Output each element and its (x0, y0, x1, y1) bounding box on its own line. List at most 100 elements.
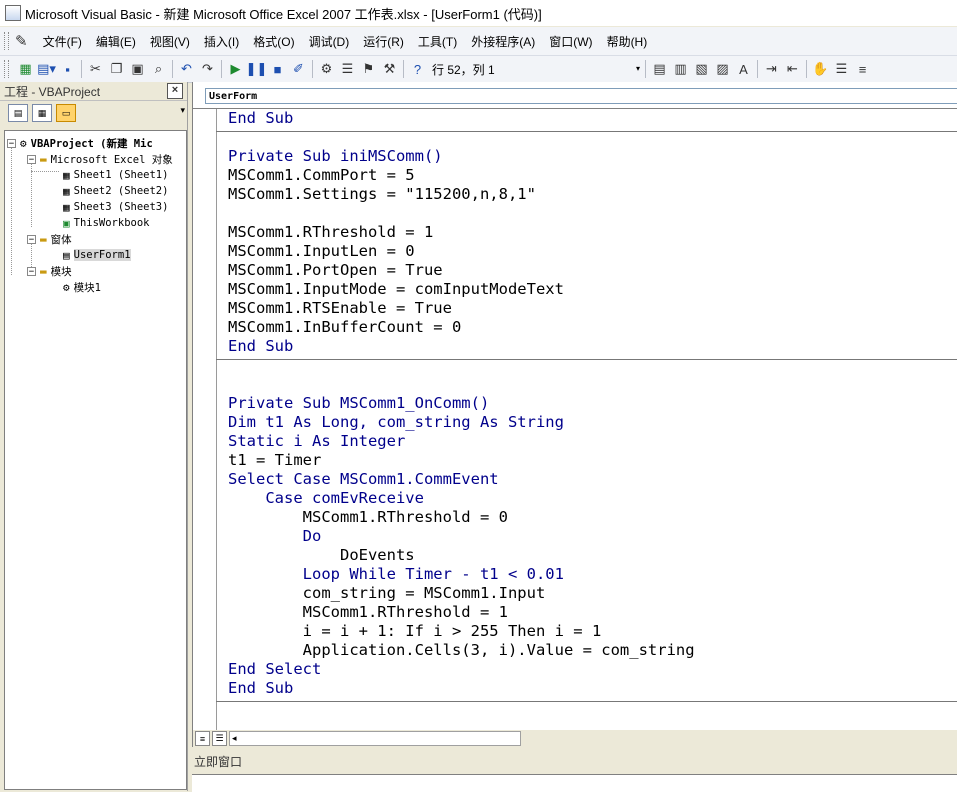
toolbar-separator (645, 60, 646, 78)
toolbar-separator (172, 60, 173, 78)
code-line: com_string = MSComm1.Input (228, 584, 546, 602)
tree-label-userform1: UserForm1 (73, 249, 131, 261)
menu-window[interactable]: 窗口(W) (542, 33, 599, 50)
uncomment-block-icon[interactable]: ≡ (852, 59, 873, 79)
tree-node-project[interactable]: − ⚙ VBAProject (新建 Mic (7, 135, 153, 151)
list-constants-icon[interactable]: ▥ (670, 59, 691, 79)
menu-format[interactable]: 格式(O) (246, 33, 301, 50)
menu-help[interactable]: 帮助(H) (600, 33, 655, 50)
collapse-icon[interactable]: − (27, 234, 36, 244)
tree-node-modules[interactable]: − ▬ 模块 (27, 263, 72, 279)
find-icon[interactable]: ⌕ (148, 59, 169, 79)
code-text[interactable]: End Sub Private Sub iniMSComm() MSComm1.C… (228, 109, 695, 698)
list-properties-icon[interactable]: ▤ (649, 59, 670, 79)
code-line: Case comEvReceive (228, 489, 424, 507)
tree-node-thisworkbook[interactable]: ▣ ThisWorkbook (63, 215, 149, 231)
collapse-icon[interactable]: − (27, 154, 36, 164)
menu-run[interactable]: 运行(R) (356, 33, 411, 50)
redo-icon[interactable]: ↷ (197, 59, 218, 79)
tree-node-sheet3[interactable]: ▦ Sheet3 (Sheet3) (63, 199, 168, 215)
menu-tools[interactable]: 工具(T) (411, 33, 464, 50)
menu-debug[interactable]: 调试(D) (302, 33, 357, 50)
object-browser-icon[interactable]: ⚑ (358, 59, 379, 79)
code-line: MSComm1.RThreshold = 1 (228, 603, 508, 621)
immediate-window-input[interactable] (192, 774, 957, 792)
worksheet-icon: ▦ (63, 184, 70, 198)
code-line: MSComm1.RThreshold = 0 (228, 508, 508, 526)
parameter-info-icon[interactable]: ▨ (712, 59, 733, 79)
project-explorer-header: 工程 - VBAProject × (0, 82, 187, 101)
menu-insert[interactable]: 插入(I) (197, 33, 246, 50)
excel-view-icon[interactable]: ▦ (15, 59, 36, 79)
chevron-down-icon[interactable]: ▾ (180, 105, 185, 116)
complete-word-icon[interactable]: A (733, 59, 754, 79)
margin-indicator-bar[interactable] (193, 109, 217, 731)
object-dropdown[interactable]: UserForm (205, 88, 957, 104)
toolbar-options-icon[interactable]: ▾ (636, 64, 640, 73)
scroll-left-icon[interactable]: ◂ (232, 732, 237, 745)
properties-window-icon[interactable]: ☰ (337, 59, 358, 79)
view-code-icon[interactable]: ▤ (8, 104, 28, 122)
menu-edit[interactable]: 编辑(E) (89, 33, 143, 50)
tree-node-userform1[interactable]: ▤ UserForm1 (63, 247, 131, 263)
vba-app-icon (5, 5, 21, 21)
folder-icon: ▬ (40, 152, 47, 166)
toggle-folders-icon[interactable]: ▭ (56, 104, 76, 122)
tree-node-sheet2[interactable]: ▦ Sheet2 (Sheet2) (63, 183, 168, 199)
break-icon[interactable]: ❚❚ (246, 59, 268, 79)
horizontal-scrollbar[interactable]: ◂ (229, 731, 521, 746)
project-tree: − ⚙ VBAProject (新建 Mic − ▬ Microsoft Exc… (4, 130, 187, 790)
full-module-view-icon[interactable]: ☰ (212, 731, 227, 746)
indent-icon[interactable]: ⇥ (761, 59, 782, 79)
insert-userform-icon[interactable]: ▤▾ (36, 59, 57, 79)
quick-info-icon[interactable]: ▧ (691, 59, 712, 79)
tree-node-sheet1[interactable]: ▦ Sheet1 (Sheet1) (63, 167, 168, 183)
design-mode-icon[interactable]: ✐ (288, 59, 309, 79)
code-line: End Sub (228, 337, 294, 355)
code-line: MSComm1.InBufferCount = 0 (228, 318, 462, 336)
module-icon: ⚙ (63, 280, 70, 294)
tree-label-module1: 模块1 (73, 281, 101, 294)
code-line: MSComm1.CommPort = 5 (228, 166, 415, 184)
toolbox-icon[interactable]: ⚒ (379, 59, 400, 79)
project-explorer-icon[interactable]: ⚙ (316, 59, 337, 79)
run-icon[interactable]: ▶ (225, 59, 246, 79)
tree-node-excel-objects[interactable]: − ▬ Microsoft Excel 对象 (27, 151, 173, 167)
code-line: Dim t1 As Long, com_string As String (228, 413, 564, 431)
collapse-icon[interactable]: − (7, 138, 16, 148)
code-line: t1 = Timer (228, 451, 322, 469)
collapse-icon[interactable]: − (27, 266, 36, 276)
help-icon[interactable]: ? (407, 59, 428, 79)
save-icon[interactable]: ▪ (57, 59, 78, 79)
undo-icon[interactable]: ↶ (176, 59, 197, 79)
menu-addins[interactable]: 外接程序(A) (464, 33, 542, 50)
menu-grip[interactable] (4, 32, 9, 50)
paste-icon[interactable]: ▣ (127, 59, 148, 79)
close-icon[interactable]: × (167, 83, 183, 99)
code-line: Do (228, 527, 322, 545)
tree-node-module1[interactable]: ⚙ 模块1 (63, 279, 101, 295)
outdent-icon[interactable]: ⇤ (782, 59, 803, 79)
view-object-icon[interactable]: ▦ (32, 104, 52, 122)
vba-menu-icon[interactable]: ✎ (15, 32, 28, 50)
toolbar-grip[interactable] (4, 60, 9, 78)
menu-view[interactable]: 视图(V) (143, 33, 197, 50)
reset-icon[interactable]: ■ (267, 59, 288, 79)
cut-icon[interactable]: ✂ (85, 59, 106, 79)
code-line: Loop While Timer - t1 < 0.01 (228, 565, 564, 583)
copy-icon[interactable]: ❐ (106, 59, 127, 79)
code-line: MSComm1.RTSEnable = True (228, 299, 452, 317)
toggle-breakpoint-icon[interactable]: ✋ (810, 59, 831, 79)
comment-block-icon[interactable]: ☰ (831, 59, 852, 79)
vbaproject-icon: ⚙ (20, 136, 27, 150)
worksheet-icon: ▦ (63, 168, 70, 182)
procedure-view-icon[interactable]: ≡ (195, 731, 210, 746)
tree-node-forms[interactable]: − ▬ 窗体 (27, 231, 72, 247)
standard-toolbar: ▦ ▤▾ ▪ ✂ ❐ ▣ ⌕ ↶ ↷ ▶ ❚❚ ■ ✐ ⚙ ☰ ⚑ ⚒ ? 行 … (0, 56, 957, 83)
code-editor[interactable]: End Sub Private Sub iniMSComm() MSComm1.C… (193, 108, 957, 731)
menu-file[interactable]: 文件(F) (36, 33, 89, 50)
project-explorer: 工程 - VBAProject × ▤ ▦ ▭ ▾ − ⚙ VBAProject… (0, 82, 188, 791)
